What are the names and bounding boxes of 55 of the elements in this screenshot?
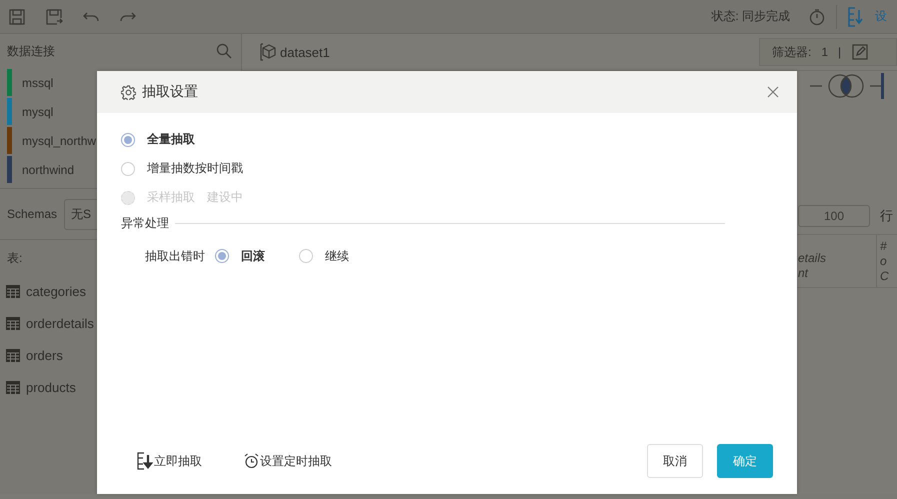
filter-count: 1 <box>821 45 828 59</box>
connection-item[interactable]: mysql <box>22 104 54 118</box>
column-header-mark: # <box>880 238 888 254</box>
filter-label: 筛选器: <box>772 44 812 60</box>
save-icon[interactable] <box>8 8 26 26</box>
column-header-name: o <box>880 254 888 268</box>
table-item[interactable]: products <box>26 380 76 394</box>
confirm-button[interactable]: 确定 <box>717 444 773 478</box>
separator: | <box>838 45 842 59</box>
schemas-label: Schemas <box>7 207 58 221</box>
radio-label[interactable]: 回滚 <box>241 248 265 264</box>
table-icon <box>6 380 20 394</box>
table-icon <box>6 284 20 298</box>
radio-button[interactable] <box>215 249 229 263</box>
row-limit-field[interactable]: 100 <box>798 205 870 227</box>
sync-status: 状态: 同步完成 <box>711 8 790 25</box>
table-item[interactable]: orders <box>26 348 63 362</box>
cube-icon <box>260 43 276 61</box>
column-header-type: C <box>880 268 890 284</box>
radio-button[interactable] <box>121 132 135 146</box>
save-as-icon[interactable] <box>45 8 63 26</box>
table-icon <box>6 316 20 330</box>
gear-icon <box>121 84 136 100</box>
radio-button[interactable] <box>299 249 313 263</box>
connection-item[interactable]: northwind <box>22 162 74 176</box>
table-item[interactable]: orderdetails <box>26 316 94 330</box>
connection-item[interactable]: mssql <box>22 76 54 90</box>
extract-now-button[interactable]: 立即抽取 <box>137 452 202 470</box>
row-unit-label: 行 <box>880 207 893 225</box>
radio-label[interactable]: 增量抽数按时间戳 <box>147 160 243 177</box>
cancel-button[interactable]: 取消 <box>647 444 703 478</box>
radio-button[interactable] <box>121 162 135 176</box>
column-header-type: nt <box>798 266 810 281</box>
timer-icon[interactable] <box>808 8 826 26</box>
dataset-tab[interactable]: dataset1 <box>280 44 330 60</box>
radio-label[interactable]: 全量抽取 <box>147 131 195 148</box>
download-icon <box>137 452 153 470</box>
edit-icon[interactable] <box>851 43 870 61</box>
search-icon[interactable] <box>215 42 233 60</box>
tables-label: 表: <box>7 251 22 265</box>
close-icon[interactable] <box>767 86 779 98</box>
connection-item[interactable]: mysql_northw <box>22 134 96 148</box>
table-icon <box>6 348 20 362</box>
table-item[interactable]: categories <box>26 284 86 298</box>
download-icon[interactable] <box>847 6 863 26</box>
join-icon[interactable] <box>810 73 884 99</box>
status-note: 建设中 <box>207 189 243 206</box>
column-header-name: etails <box>798 251 828 266</box>
alarm-clock-icon <box>244 453 259 469</box>
dialog-title: 抽取设置 <box>142 83 198 101</box>
radio-label[interactable]: 继续 <box>325 248 349 264</box>
schedule-extract-button[interactable]: 设置定时抽取 <box>244 452 332 470</box>
field-label: 抽取出错时 <box>145 248 205 264</box>
section-title: 异常处理 <box>121 215 169 232</box>
panel-title: 数据连接 <box>7 42 55 60</box>
